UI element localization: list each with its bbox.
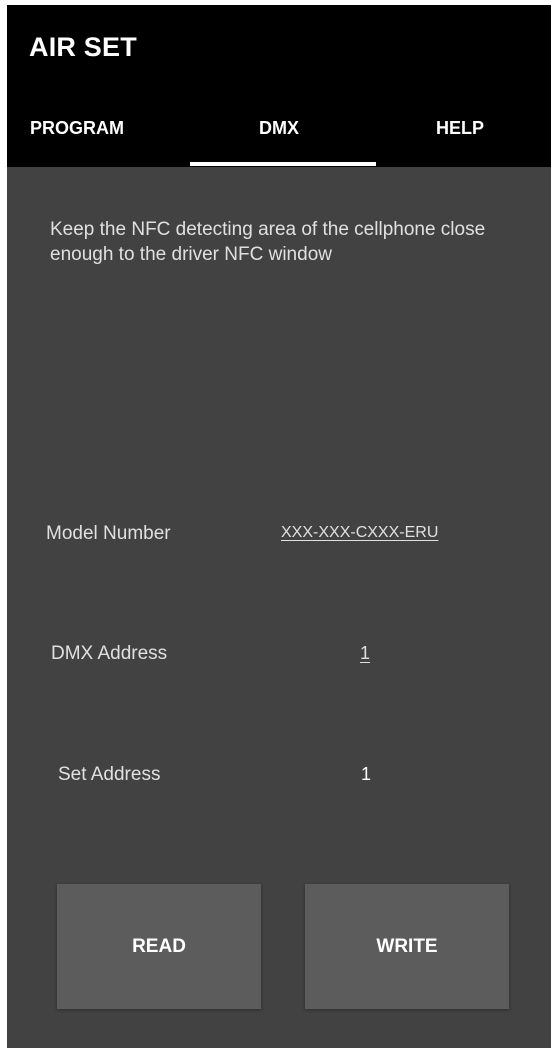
model-number-label: Model Number bbox=[46, 523, 171, 544]
app-title: AIR SET bbox=[29, 32, 137, 62]
write-button[interactable]: WRITE bbox=[305, 884, 509, 1009]
read-button[interactable]: READ bbox=[57, 884, 261, 1009]
tab-program[interactable]: PROGRAM bbox=[30, 118, 124, 139]
nfc-instruction-text: Keep the NFC detecting area of the cellp… bbox=[50, 219, 486, 265]
dmx-address-field[interactable]: 1 bbox=[360, 643, 370, 664]
selected-tab-indicator bbox=[190, 162, 376, 166]
app-screen: AIR SET PROGRAM DMX HELP Keep the NFC de… bbox=[7, 5, 551, 1048]
set-address-value[interactable]: 1 bbox=[361, 764, 371, 785]
tab-dmx[interactable]: DMX bbox=[259, 118, 299, 139]
app-bar: AIR SET PROGRAM DMX HELP bbox=[7, 5, 551, 167]
model-number-field[interactable]: XXX-XXX-CXXX-ERU bbox=[281, 524, 438, 542]
tab-help[interactable]: HELP bbox=[436, 118, 484, 139]
set-address-label: Set Address bbox=[58, 764, 161, 785]
dmx-address-label: DMX Address bbox=[51, 643, 168, 664]
